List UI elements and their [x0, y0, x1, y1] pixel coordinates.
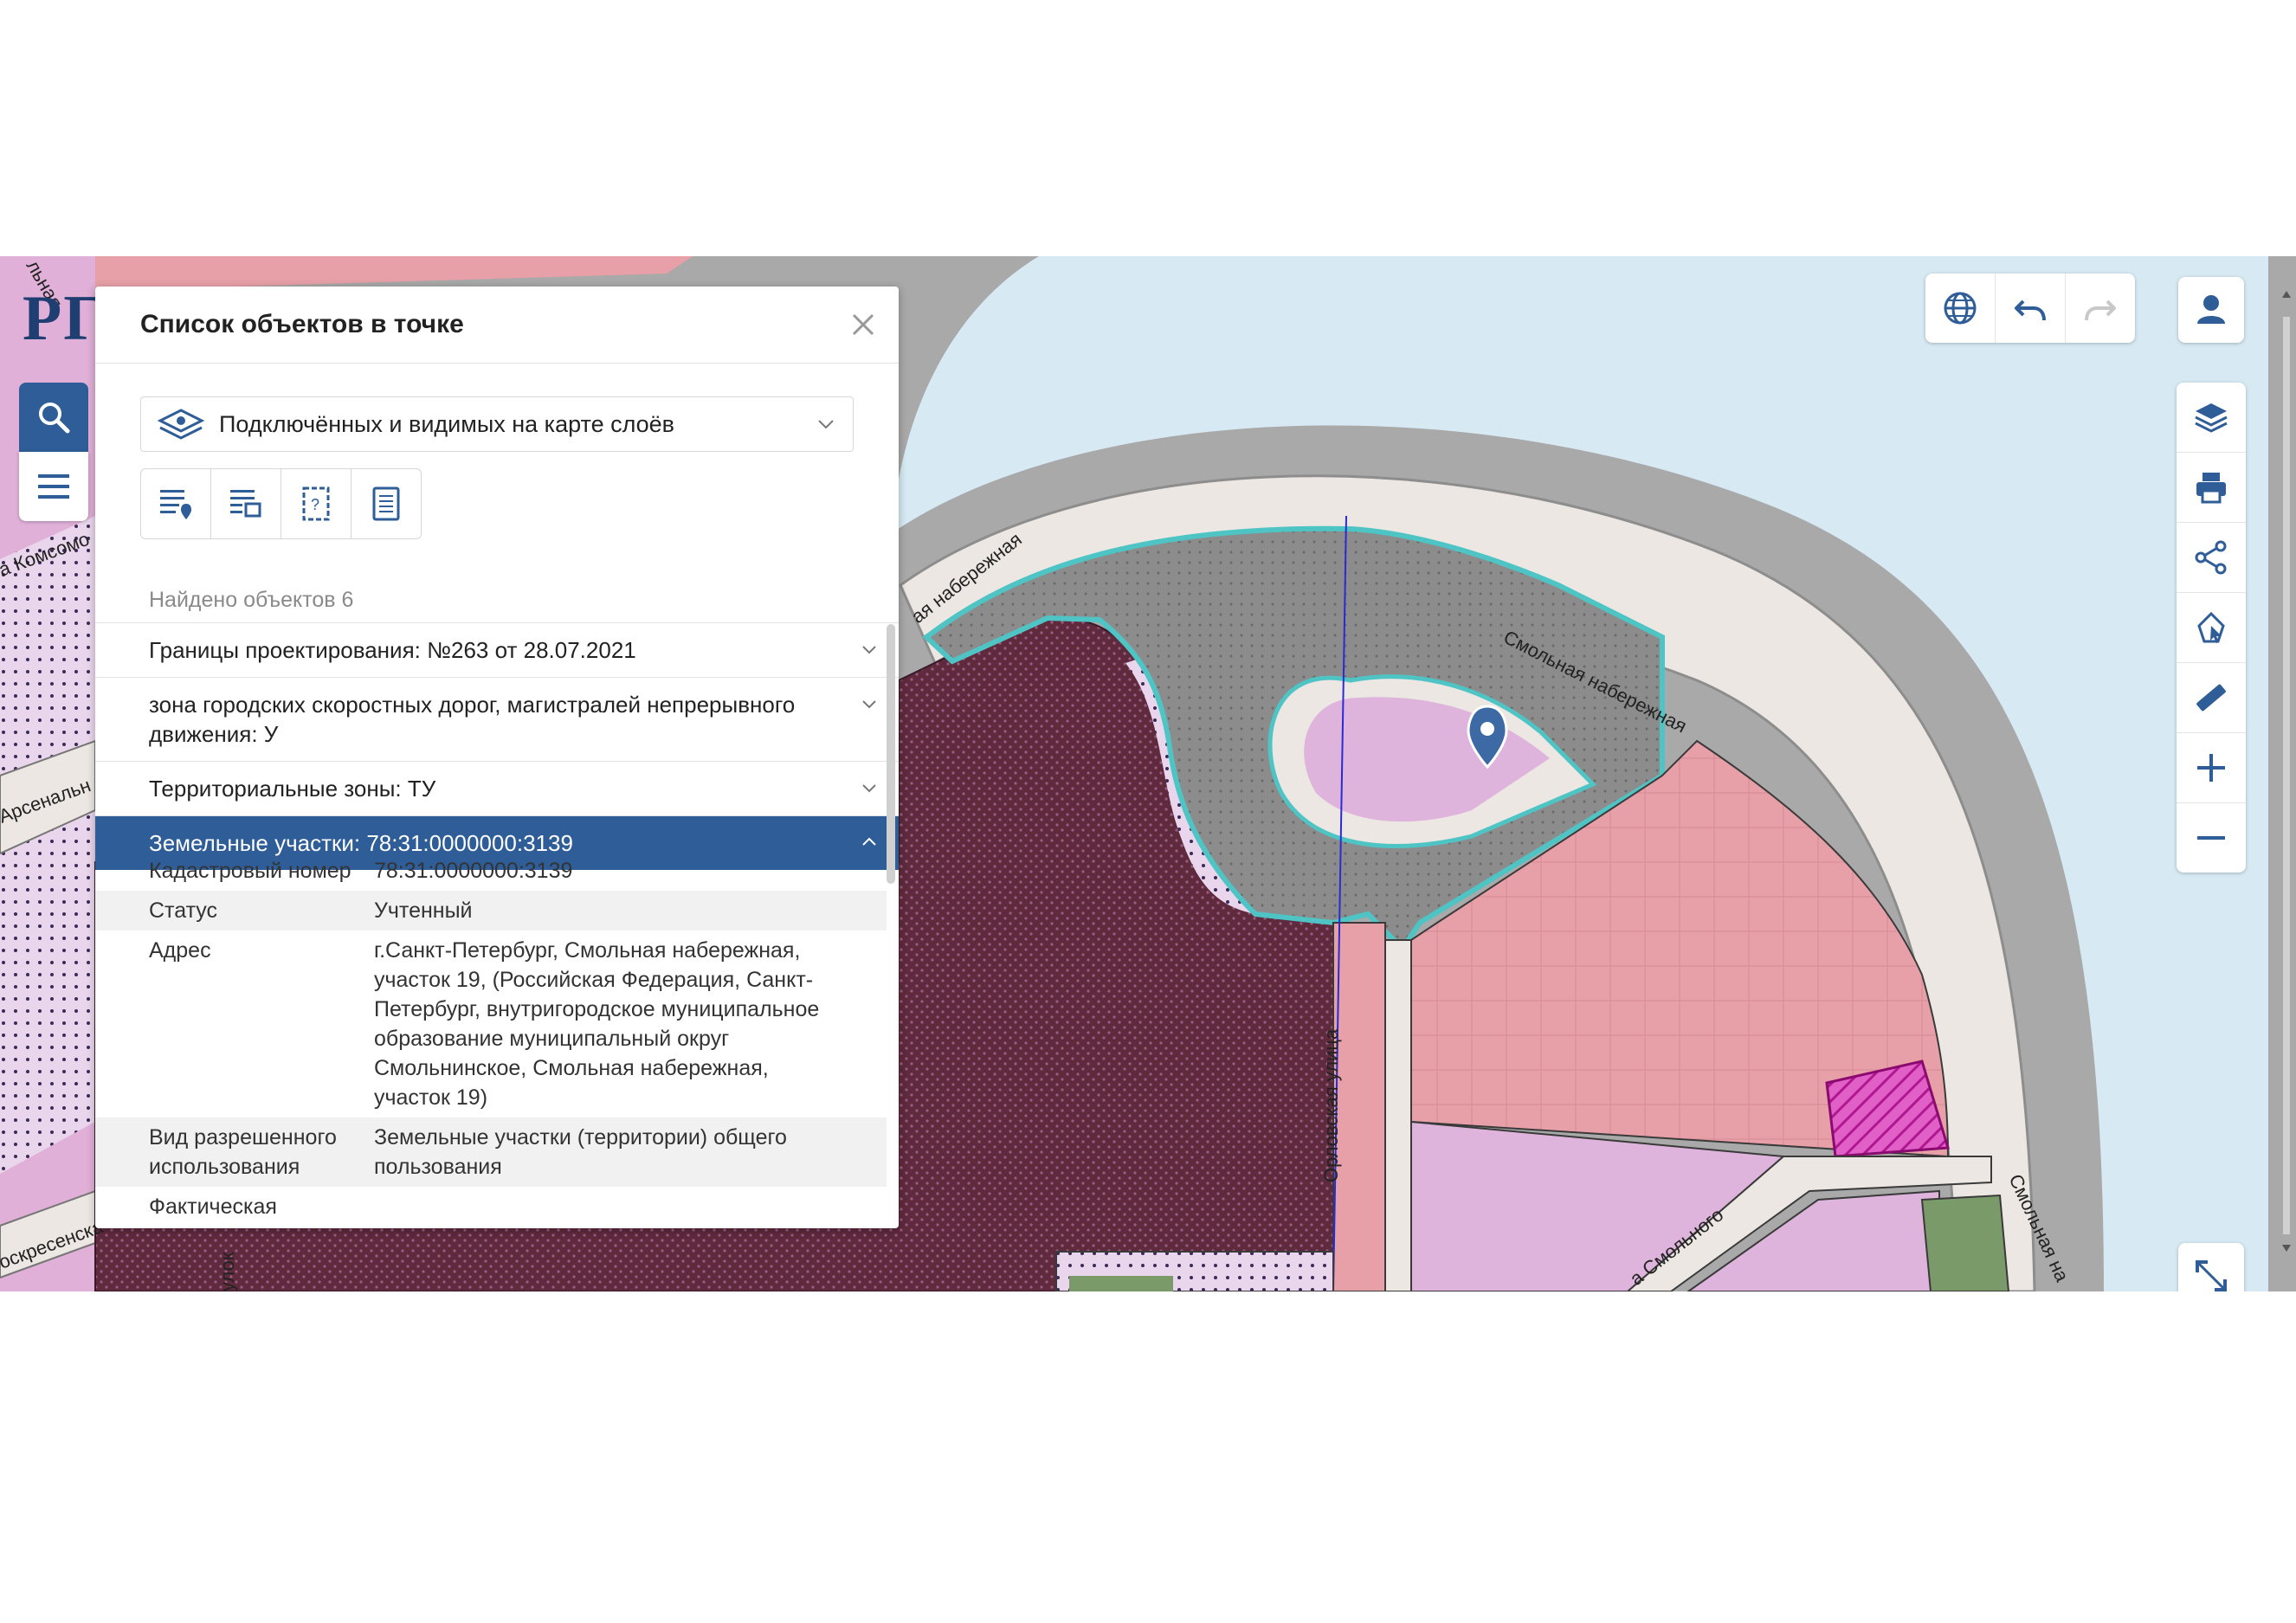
user-button[interactable]: [2178, 277, 2244, 343]
query-area-icon: ?: [302, 486, 330, 521]
chevron-down-icon: [862, 784, 876, 793]
detail-value: Земельные участки (территории) общего по…: [374, 1125, 787, 1179]
query-mode-buttons: ?: [140, 468, 422, 539]
detail-row: Адрес г.Санкт-Петербург, Смольная набере…: [95, 931, 887, 1117]
close-icon[interactable]: [848, 310, 878, 339]
query-area-button[interactable]: ?: [281, 469, 351, 538]
zoom-out-button[interactable]: [2177, 803, 2246, 873]
detail-key: Адрес: [149, 938, 211, 963]
detail-value: [374, 1192, 835, 1221]
result-label: Территориальные зоны: ТУ: [149, 776, 436, 802]
logo: РГ: [23, 283, 106, 354]
result-item[interactable]: зона городских скоростных дорог, магистр…: [95, 677, 899, 761]
chevron-down-icon: [818, 420, 834, 429]
list-marker-button[interactable]: [141, 469, 211, 538]
street-label: улок: [216, 1252, 238, 1291]
share-button[interactable]: [2177, 523, 2246, 593]
chevron-down-icon: [862, 700, 876, 709]
print-icon: [2196, 473, 2226, 504]
history-toolbar: [1925, 274, 2135, 343]
detail-key: Кадастровый номер: [149, 859, 351, 883]
undo-button[interactable]: [1996, 274, 2066, 343]
map-select-button[interactable]: [2177, 593, 2246, 663]
detail-row: Вид разрешенного использования Земельные…: [95, 1117, 887, 1187]
street-label: Орловская улица: [1320, 1028, 1342, 1182]
detail-value: г.Санкт-Петербург, Смольная набережная, …: [374, 938, 820, 1110]
map-scrollbar[interactable]: [2279, 282, 2294, 1260]
map-viewport[interactable]: Смольная набережная ая набережная Орловс…: [0, 256, 2296, 1291]
document-icon: [372, 486, 400, 521]
result-item[interactable]: Границы проектирования: №263 от 28.07.20…: [95, 622, 899, 677]
layers-button[interactable]: [2177, 383, 2246, 453]
menu-icon: [38, 474, 69, 499]
detail-key: Вид разрешенного использования: [149, 1125, 337, 1179]
eye-layers-icon: [157, 409, 205, 440]
globe-button[interactable]: [1925, 274, 1996, 343]
zoom-out-icon: [2197, 836, 2225, 840]
result-item[interactable]: Территориальные зоны: ТУ: [95, 761, 899, 815]
user-icon: [2197, 295, 2225, 324]
objects-panel: Список объектов в точке Подключённых и в…: [95, 287, 899, 1228]
result-label: зона городских скоростных дорог, магистр…: [149, 692, 796, 747]
detail-key: Фактическая: [149, 1195, 277, 1219]
search-icon: [39, 403, 70, 434]
results-list: Границы проектирования: №263 от 28.07.20…: [95, 622, 899, 870]
list-marker-icon: [160, 490, 191, 519]
zoom-in-button[interactable]: [2177, 733, 2246, 803]
layers-icon: [2195, 403, 2228, 433]
menu-button[interactable]: [19, 452, 88, 521]
detail-row: Статус Учтенный: [95, 891, 887, 931]
globe-icon: [1944, 292, 1977, 325]
scrollbar-track: [2282, 291, 2291, 1252]
found-count: Найдено объектов 6: [149, 588, 354, 612]
list-select-icon: [230, 490, 261, 518]
redo-button[interactable]: [2066, 274, 2135, 343]
panel-title: Список объектов в точке: [140, 310, 464, 338]
ruler-button[interactable]: [2177, 663, 2246, 733]
detail-row: Фактическая: [95, 1187, 887, 1227]
layer-select[interactable]: Подключённых и видимых на карте слоёв: [140, 396, 854, 452]
zone-green: [1920, 1194, 2010, 1291]
svg-text:?: ?: [311, 496, 319, 513]
fullscreen-button[interactable]: [2178, 1243, 2244, 1291]
detail-value: Учтенный: [374, 898, 473, 923]
detail-value: 78:31:0000000:3139: [374, 859, 573, 883]
redo-icon: [2085, 299, 2116, 321]
zoom-in-icon: [2197, 754, 2225, 782]
list-select-button[interactable]: [211, 469, 281, 538]
undo-icon: [2015, 299, 2046, 321]
share-icon: [2195, 540, 2227, 575]
chevron-down-icon: [862, 646, 876, 654]
detail-key: Статус: [149, 898, 218, 923]
result-label: Границы проектирования: №263 от 28.07.20…: [149, 637, 636, 663]
print-button[interactable]: [2177, 453, 2246, 523]
layer-select-value: Подключённых и видимых на карте слоёв: [219, 410, 675, 437]
orlovskaya-sidewalk: [1384, 939, 1412, 1291]
map-tools: [2177, 383, 2246, 873]
panel-header: Список объектов в точке: [95, 287, 899, 364]
ruler-icon: [2196, 684, 2226, 712]
fullscreen-icon: [2196, 1260, 2227, 1291]
map-select-icon: [2197, 611, 2225, 643]
detail-row: Кадастровый номер 78:31:0000000:3139: [95, 851, 887, 891]
zone-bottom-green: [1069, 1276, 1173, 1291]
chevron-up-icon: [862, 837, 876, 846]
search-button[interactable]: [19, 383, 88, 452]
document-button[interactable]: [351, 469, 421, 538]
panel-scrollbar[interactable]: [887, 624, 895, 884]
object-details: Кадастровый номер 78:31:0000000:3139 Ста…: [95, 851, 887, 1227]
